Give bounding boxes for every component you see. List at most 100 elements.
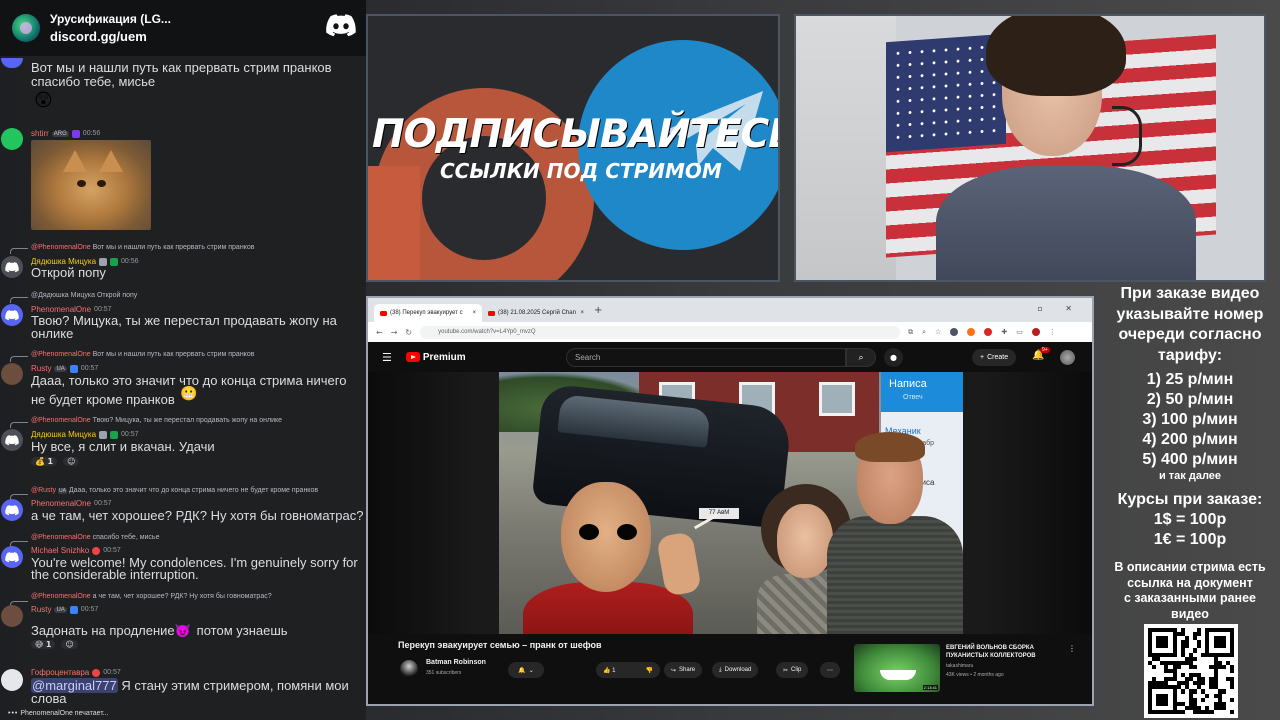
search-icon[interactable]: ⌕ [846,348,876,367]
reply-preview[interactable]: @PhenomenalOne Вот мы и нашли путь как п… [31,351,254,358]
video-player[interactable]: 77 АвМ НаписаОтвеч Механик вито с декабр… [368,372,1092,634]
author-name[interactable]: shtirr [31,129,49,138]
message-text: @marginal777 Я стану этим стримером, пом… [31,678,349,693]
server-icon[interactable] [12,14,40,42]
account-avatar[interactable] [1060,350,1075,365]
extension-icon[interactable] [984,327,993,336]
tab-bar: (38) Перекуп эвакуирует с × (38) 21.08.20… [368,298,1092,322]
install-icon[interactable]: ⧉ [908,328,913,337]
message-text: а че там, чет хорошее? РДК? Ну хотя бы г… [31,508,364,523]
close-icon[interactable]: × [472,310,476,316]
add-reaction-icon[interactable]: ☺ [61,640,78,649]
star-icon[interactable]: ☆ [935,328,941,337]
hamburger-menu-icon[interactable]: ☰ [382,351,392,364]
timestamp: 00:56 [121,258,139,265]
like-icon[interactable]: 👍 1 [603,667,615,674]
channel-name[interactable]: Batman Robinson [426,659,486,666]
more-options-icon[interactable]: ⋮ [1068,644,1076,653]
server-tag: UA [54,365,67,372]
new-tab-icon[interactable]: + [594,305,602,316]
microphone-icon[interactable]: ● [884,348,903,367]
pricing-header: При заказе видео указывайте номер очеред… [1116,285,1264,364]
patreon-logo-bar [368,166,420,280]
url-field[interactable]: youtube.com/watch?v=L4Yp0_mvzQ [420,325,901,339]
menu-kebab-icon[interactable]: ⋮ [1049,328,1056,337]
user-avatar[interactable] [1,58,23,68]
video-frame: 77 АвМ НаписаОтвеч Механик вито с декабр… [499,372,963,634]
more-actions-button[interactable]: ⋯ [820,662,840,678]
address-bar: ← → ↻ youtube.com/watch?v=L4Yp0_mvzQ ⧉ ⌕… [368,322,1092,342]
search-input[interactable]: Search [566,348,846,367]
user-avatar[interactable] [1,256,23,278]
headset-icon [1112,106,1142,166]
reply-preview[interactable]: @PhenomenalOne Твою? Мицука, ты же перес… [31,417,282,424]
window-controls[interactable]: ▫ ✕ [1037,304,1082,313]
rate-usd: 1$ = 100р [1153,511,1227,528]
user-avatar[interactable] [1,499,23,521]
extensions-puzzle-icon[interactable]: ✚ [1001,328,1007,337]
browser-tab[interactable]: (38) Перекуп эвакуирует с × [374,304,482,322]
message-text: Вот мы и нашли путь как прервать стрим п… [31,60,332,75]
share-icon: ↪ [671,667,677,674]
clip-button[interactable]: ✂ Clip [776,662,809,678]
message-text: Твою? Мицука, ты же перестал продавать ж… [31,313,337,328]
sidebar-icon[interactable]: ▭ [1016,328,1023,337]
user-avatar[interactable] [1,304,23,326]
close-icon[interactable]: × [580,310,584,316]
extension-icon[interactable] [967,327,976,336]
youtube-logo[interactable]: Premium [405,352,466,363]
message-text: Открой попу [31,265,106,280]
download-button[interactable]: ⤓ Download [712,662,759,678]
reply-preview[interactable]: @Дядюшка Мицука Открой попу [31,292,137,299]
reply-preview[interactable]: @Rusty UA Дааа, только это значит что до… [31,487,318,494]
qr-code[interactable] [1144,624,1238,718]
server-name: Урусификация (LG... [50,12,171,26]
add-reaction-icon[interactable]: ☺ [63,457,80,466]
recommended-thumbnail[interactable]: 2:13:41 [854,644,940,692]
user-avatar[interactable] [1,669,23,691]
subscribe-bell-button[interactable]: 🔔 ⌄ [508,662,544,678]
zoom-icon[interactable]: ⌕ [922,328,926,337]
create-button[interactable]: + Create [972,349,1017,366]
reply-preview[interactable]: @PhenomenalOne Вот мы и нашли путь как п… [31,244,254,251]
message-author: Гофроцентавра 00:57 [31,668,121,677]
user-avatar[interactable] [1,363,23,385]
author-name[interactable]: Гофроцентавра [31,668,89,677]
dislike-icon[interactable]: 👎 [646,667,653,674]
message-author: Rusty UA 00:57 [31,605,98,614]
recommended-video[interactable]: 2:13:41 ЕВГЕНИЙ ВОЛЬНОВ СБОРКА ПУКАНИСТЫ… [854,644,1080,692]
user-avatar[interactable] [1,546,23,568]
reply-connector [10,248,28,254]
person-bald [827,432,963,634]
reload-icon[interactable]: ↻ [405,328,412,337]
like-dislike-button[interactable]: 👍 1 👎 [596,662,660,678]
share-button[interactable]: ↪ Share [664,662,703,678]
author-name[interactable]: Rusty [31,605,51,614]
profile-icon[interactable] [1031,327,1040,336]
discord-chat-panel: Урусификация (LG... discord.gg/uem Вот м… [0,0,366,720]
reply-preview[interactable]: @PhenomenalOne а че там, чет хорошее? РД… [31,593,272,600]
webcam-feed [794,14,1266,282]
browser-tab[interactable]: (38) 21.08.2025 Сергiй Chan × [482,304,590,322]
reaction-chip[interactable]: 😅 1 [31,640,56,649]
author-name[interactable]: Michael Snizhko [31,546,89,555]
recommended-channel[interactable]: takashimaru [946,663,973,669]
server-invite-link[interactable]: discord.gg/uem [50,29,171,44]
reply-preview[interactable]: @PhenomenalOne спасибо тебе, мисье [31,534,159,541]
author-name[interactable]: PhenomenalOne [31,499,91,508]
user-avatar[interactable] [1,128,23,150]
cat-image[interactable] [31,140,151,230]
message-text: слова [31,691,67,706]
banner-title: ПОДПИСЫВАЙТЕСЬ [372,112,780,157]
author-name[interactable]: Rusty [31,364,51,373]
extension-icon[interactable] [950,327,959,336]
user-avatar[interactable] [1,605,23,627]
recommended-title[interactable]: ЕВГЕНИЙ ВОЛЬНОВ СБОРКА ПУКАНИСТЫХ КОЛЛЕК… [946,644,1058,660]
forward-icon[interactable]: → [391,328,398,337]
author-name[interactable]: Дядюшка Мицука [31,430,96,439]
back-icon[interactable]: ← [376,328,383,337]
channel-avatar[interactable] [400,660,418,678]
reaction-chip[interactable]: 💰 1 [31,457,58,466]
user-avatar[interactable] [1,429,23,451]
rate-eur: 1€ = 100р [1153,531,1227,548]
